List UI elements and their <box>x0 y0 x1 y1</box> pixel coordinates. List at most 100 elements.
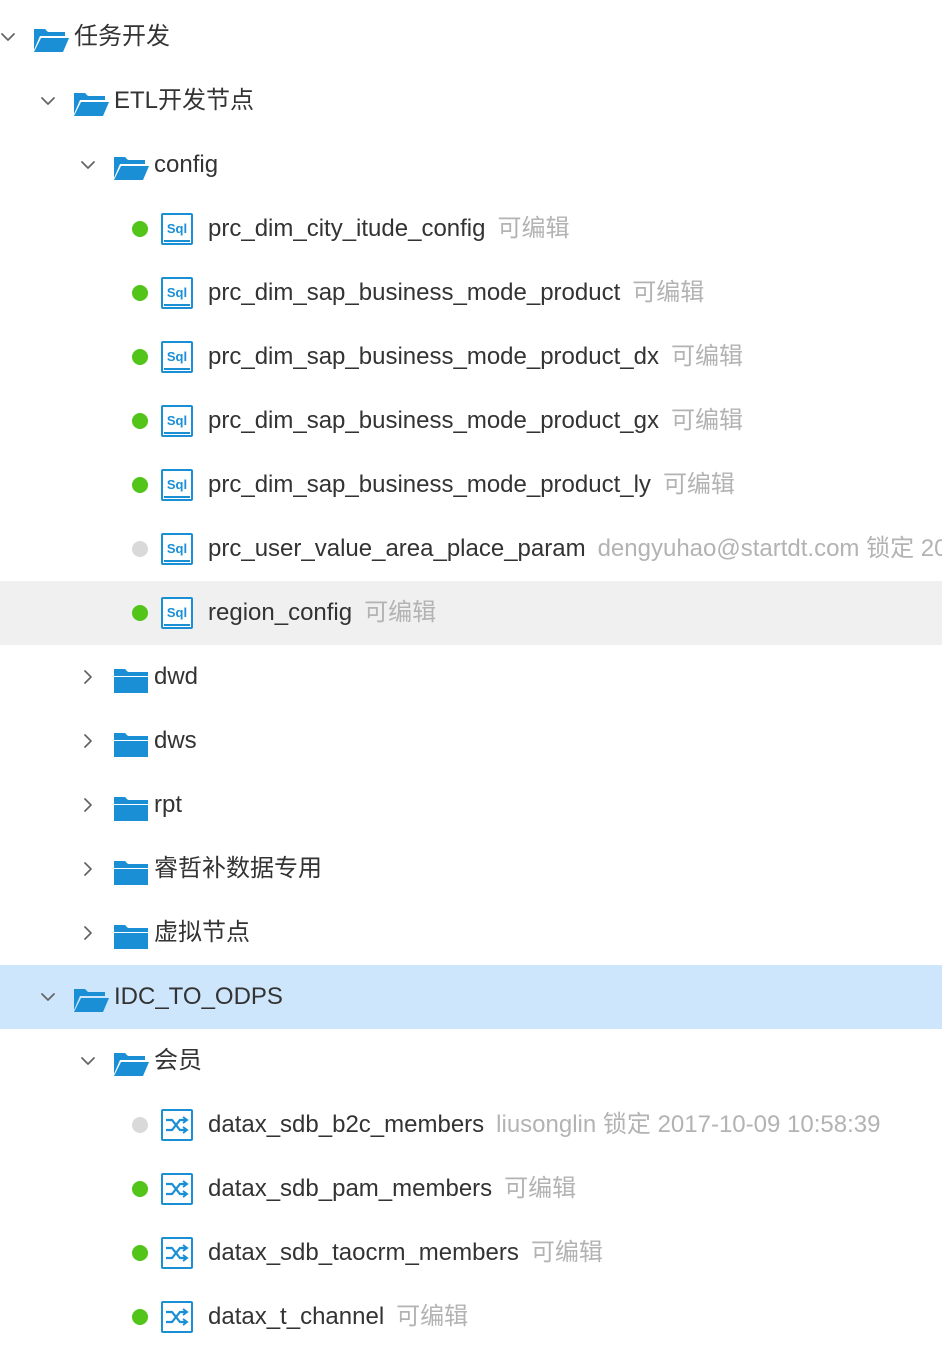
file-label: prc_dim_sap_business_mode_product_gx 可编辑 <box>208 389 743 453</box>
tree-file-row[interactable]: datax_sdb_b2c_members liusonglin 锁定 2017-… <box>0 1093 942 1157</box>
datax-sync-icon <box>161 1173 193 1205</box>
datax-sync-icon <box>161 1237 193 1269</box>
sql-file-icon: Sql <box>161 469 193 501</box>
tree-folder-row[interactable]: IDC_TO_ODPS <box>0 965 942 1029</box>
tree-folder-row[interactable]: dwd <box>0 645 942 709</box>
tree-file-row[interactable]: Sql prc_dim_sap_business_mode_product_dx 可… <box>0 325 942 389</box>
file-status: 可编辑 <box>632 279 705 306</box>
chevron-right-icon[interactable] <box>80 733 96 749</box>
folder-name: rpt <box>154 791 183 818</box>
file-label: prc_user_value_area_place_param dengyuhao… <box>208 517 942 581</box>
file-label: datax_sdb_taocrm_members 可编辑 <box>208 1221 603 1285</box>
sql-file-icon: Sql <box>161 213 193 245</box>
file-name: prc_dim_sap_business_mode_product_gx <box>208 407 659 434</box>
svg-text:Sql: Sql <box>167 413 187 428</box>
folder-name: dws <box>154 727 197 754</box>
sql-file-icon: Sql <box>161 341 193 373</box>
file-status: 可编辑 <box>497 215 570 242</box>
chevron-down-icon[interactable] <box>80 157 96 173</box>
file-status: dengyuhao@startdt.com 锁定 20 <box>597 535 942 562</box>
tree-folder-row[interactable]: 虚拟节点 <box>0 901 942 965</box>
tree-folder-row[interactable]: rpt <box>0 773 942 837</box>
file-label: datax_t_channel 可编辑 <box>208 1285 468 1349</box>
folder-name: 虚拟节点 <box>154 919 250 946</box>
file-name: prc_user_value_area_place_param <box>208 535 586 562</box>
tree-folder-row[interactable]: dws <box>0 709 942 773</box>
tree-file-row[interactable]: Sql prc_dim_sap_business_mode_product 可编辑 <box>0 261 942 325</box>
tree-file-row[interactable]: Sql prc_dim_sap_business_mode_product_ly 可… <box>0 453 942 517</box>
file-name: prc_dim_sap_business_mode_product_dx <box>208 343 659 370</box>
status-dot-grey <box>132 1117 148 1133</box>
folder-icon <box>112 665 150 693</box>
tree-folder-row[interactable]: config <box>0 133 942 197</box>
datax-sync-icon <box>161 1109 193 1141</box>
file-name: prc_dim_sap_business_mode_product <box>208 279 621 306</box>
chevron-down-icon[interactable] <box>40 93 56 109</box>
file-label: region_config 可编辑 <box>208 581 436 645</box>
tree-folder-row[interactable]: 任务开发 <box>0 5 942 69</box>
chevron-right-icon[interactable] <box>80 797 96 813</box>
file-name: region_config <box>208 599 353 626</box>
chevron-right-icon[interactable] <box>80 861 96 877</box>
file-name: datax_t_channel <box>208 1303 385 1330</box>
file-status: 可编辑 <box>530 1239 603 1266</box>
folder-open-icon <box>112 1049 150 1077</box>
tree-file-row[interactable]: Sql region_config 可编辑 <box>0 581 942 645</box>
folder-name: 任务开发 <box>74 23 170 50</box>
chevron-down-icon[interactable] <box>40 989 56 1005</box>
file-name: datax_sdb_taocrm_members <box>208 1239 519 1266</box>
sql-file-icon: Sql <box>161 405 193 437</box>
tree-file-row[interactable]: datax_t_channel 可编辑 <box>0 1285 942 1349</box>
folder-open-icon <box>72 89 110 117</box>
status-dot-green <box>132 285 148 301</box>
file-name: prc_dim_city_itude_config <box>208 215 486 242</box>
sql-file-icon: Sql <box>161 277 193 309</box>
tree-file-row[interactable]: Sql prc_dim_sap_business_mode_product_gx 可… <box>0 389 942 453</box>
svg-text:Sql: Sql <box>167 541 187 556</box>
file-label: datax_sdb_pam_members 可编辑 <box>208 1157 576 1221</box>
svg-text:Sql: Sql <box>167 605 187 620</box>
folder-name: dwd <box>154 663 199 690</box>
file-status: 可编辑 <box>670 343 743 370</box>
chevron-down-icon[interactable] <box>80 1053 96 1069</box>
folder-name: IDC_TO_ODPS <box>114 983 283 1010</box>
folder-name: ETL开发节点 <box>114 87 255 114</box>
status-dot-green <box>132 413 148 429</box>
folder-icon <box>112 921 150 949</box>
file-status: 可编辑 <box>662 471 735 498</box>
tree-file-row[interactable]: Sql prc_user_value_area_place_param dengyu… <box>0 517 942 581</box>
file-status: 可编辑 <box>504 1175 577 1202</box>
status-dot-green <box>132 605 148 621</box>
tree-file-row[interactable]: Sql prc_dim_city_itude_config 可编辑 <box>0 197 942 261</box>
tree-folder-row[interactable]: 睿哲补数据专用 <box>0 837 942 901</box>
folder-name: 睿哲补数据专用 <box>154 855 322 882</box>
folder-open-icon <box>72 985 110 1013</box>
file-name: datax_sdb_b2c_members <box>208 1111 485 1138</box>
status-dot-green <box>132 1309 148 1325</box>
file-label: prc_dim_sap_business_mode_product_ly 可编辑 <box>208 453 735 517</box>
folder-icon <box>112 857 150 885</box>
tree-file-row[interactable]: datax_sdb_taocrm_members 可编辑 <box>0 1221 942 1285</box>
tree-folder-row[interactable]: ETL开发节点 <box>0 69 942 133</box>
file-status: 可编辑 <box>396 1303 469 1330</box>
sql-file-icon: Sql <box>161 533 193 565</box>
chevron-down-icon[interactable] <box>0 29 16 45</box>
status-dot-green <box>132 1181 148 1197</box>
tree-file-row[interactable]: datax_sdb_pam_members 可编辑 <box>0 1157 942 1221</box>
folder-name: config <box>154 151 219 178</box>
file-label: datax_sdb_b2c_members liusonglin 锁定 2017-… <box>208 1093 880 1157</box>
svg-text:Sql: Sql <box>167 285 187 300</box>
svg-text:Sql: Sql <box>167 221 187 236</box>
chevron-right-icon[interactable] <box>80 925 96 941</box>
chevron-right-icon[interactable] <box>80 669 96 685</box>
folder-open-icon <box>112 153 150 181</box>
tree-folder-row[interactable]: 会员 <box>0 1029 942 1093</box>
file-status: 可编辑 <box>364 599 437 626</box>
file-label: prc_dim_sap_business_mode_product_dx 可编辑 <box>208 325 743 389</box>
sql-file-icon: Sql <box>161 597 193 629</box>
status-dot-green <box>132 1245 148 1261</box>
svg-text:Sql: Sql <box>167 477 187 492</box>
file-status: 可编辑 <box>670 407 743 434</box>
file-status: liusonglin 锁定 2017-10-09 10:58:39 <box>496 1111 881 1138</box>
file-tree: 任务开发 ETL开发节点 config Sql prc_dim_city_itude_c… <box>0 0 942 1358</box>
